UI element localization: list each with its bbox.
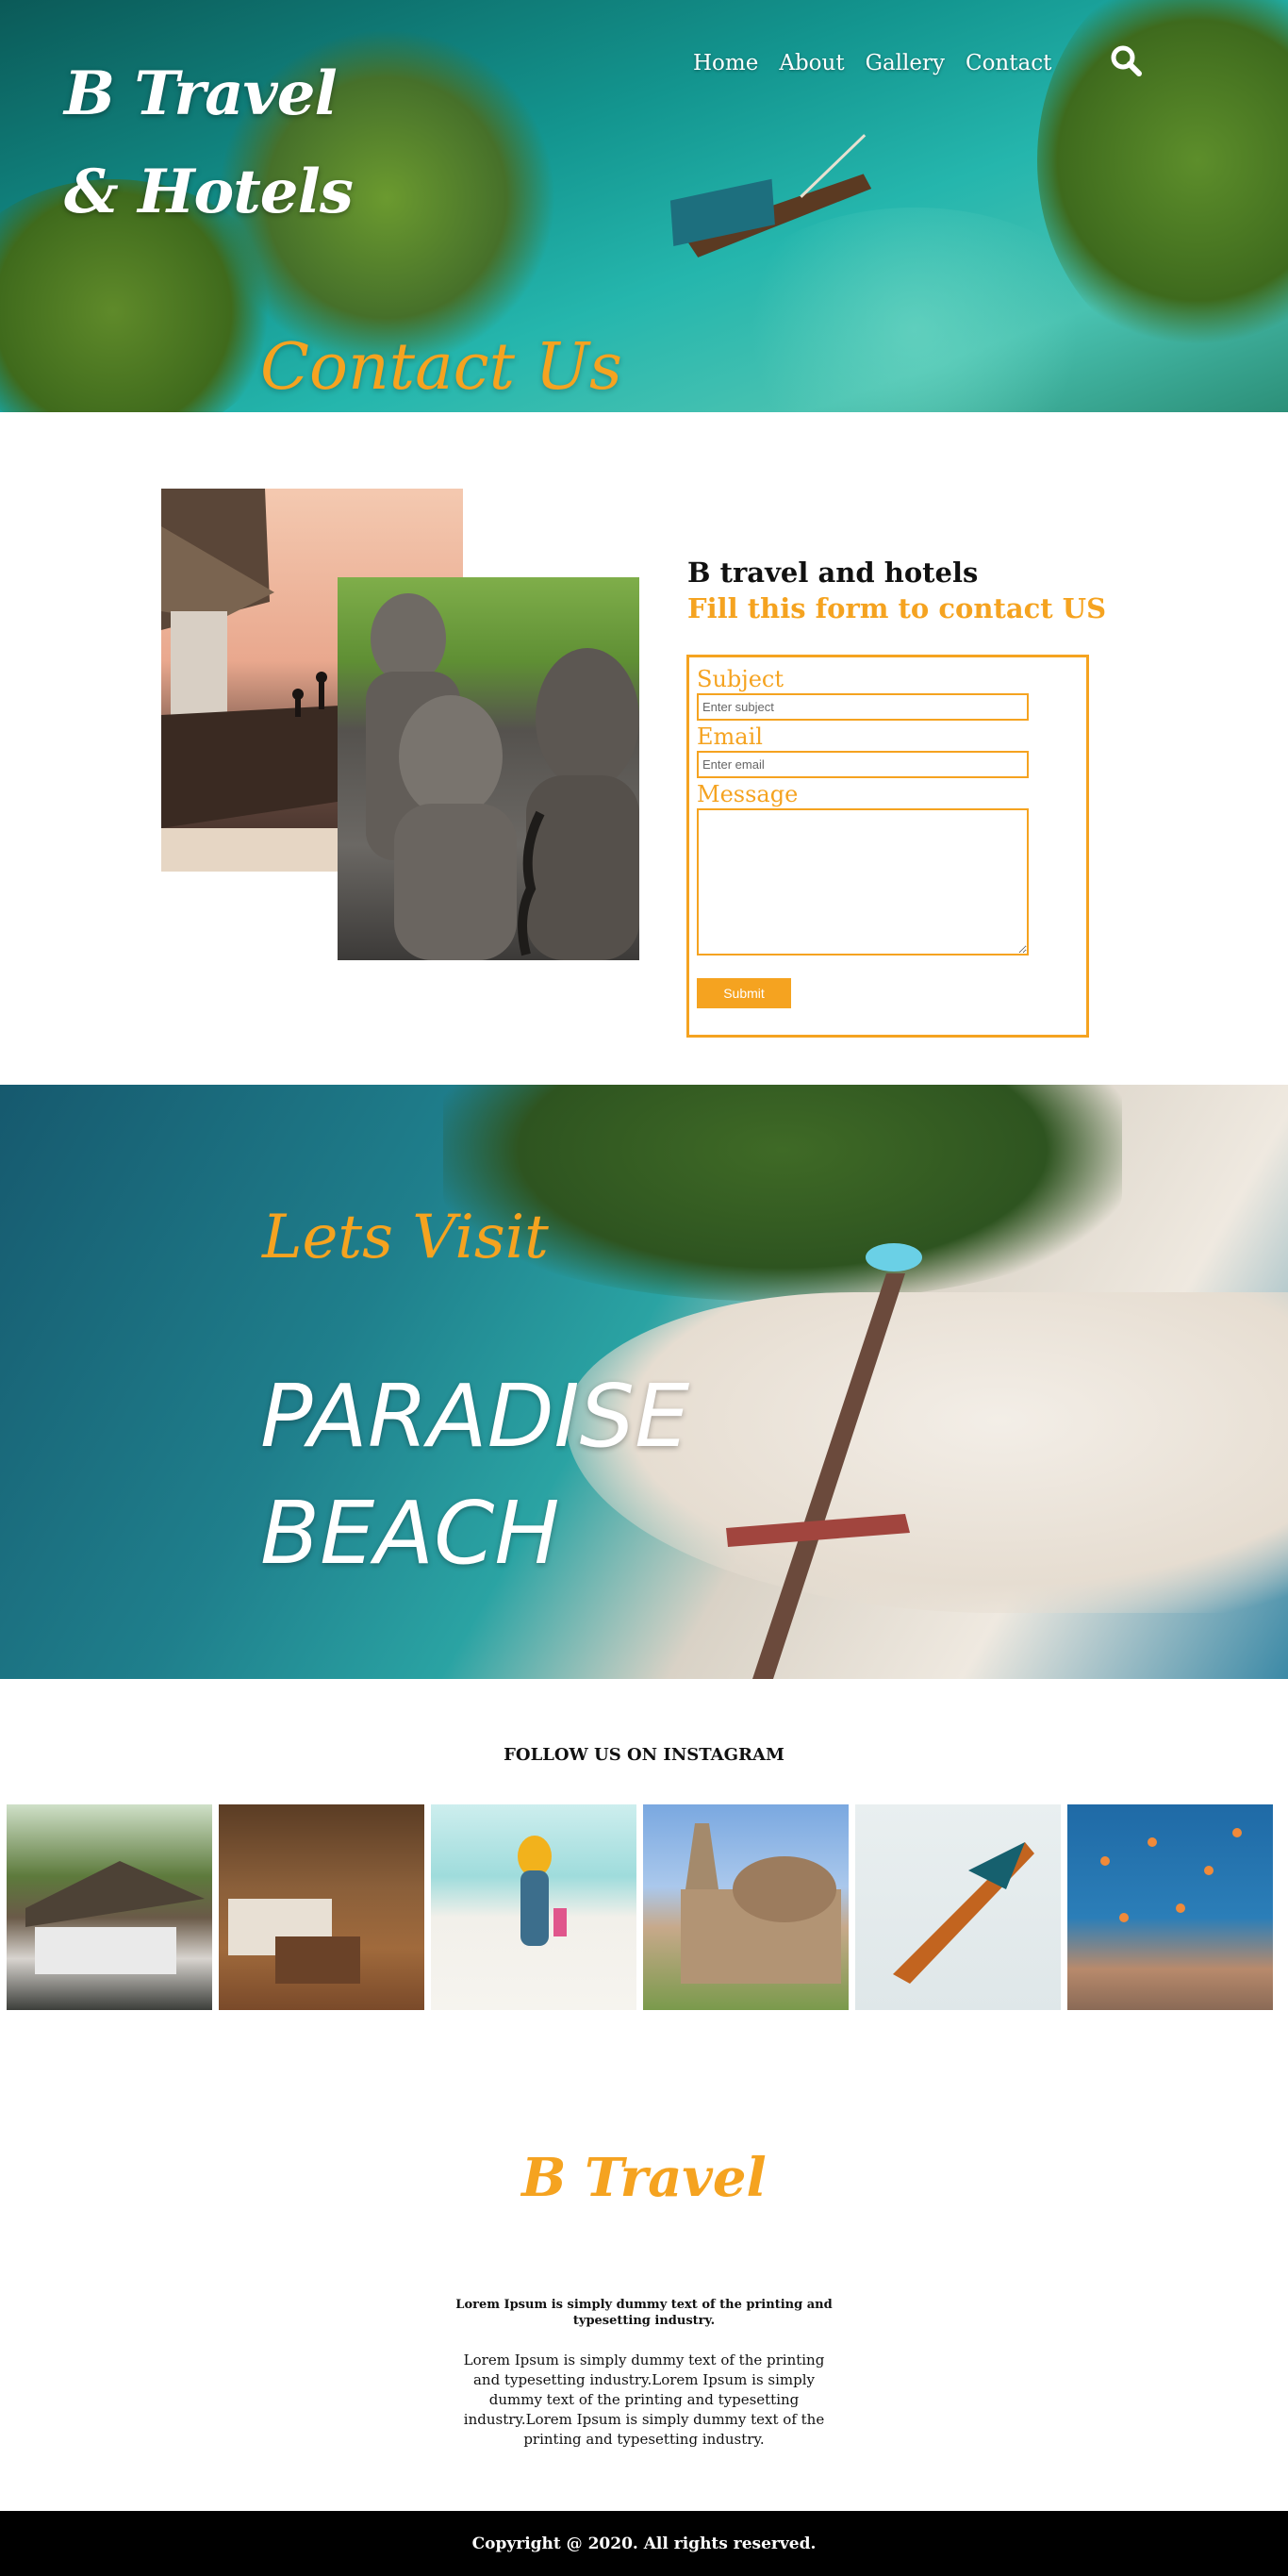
site-logo[interactable]: B Travel & Hotels [64, 45, 354, 241]
lets-visit-label: Lets Visit [262, 1203, 549, 1272]
instagram-photo-reef[interactable] [1067, 1804, 1273, 2010]
main-nav: Home About Gallery Contact [693, 51, 1051, 75]
search-icon[interactable] [1109, 43, 1143, 77]
submit-button[interactable]: Submit [697, 978, 791, 1008]
footer-brand: B Travel [521, 2147, 767, 2209]
instagram-photo-beach-walker[interactable] [431, 1804, 636, 2010]
nav-home[interactable]: Home [693, 51, 758, 75]
pier-image [726, 1273, 910, 1679]
footer-bold-text: Lorem Ipsum is simply dummy text of the … [455, 2298, 833, 2328]
email-label: Email [697, 723, 763, 750]
instagram-photo-bedroom[interactable] [219, 1804, 424, 2010]
slave-monument-photo [338, 577, 639, 960]
nav-contact[interactable]: Contact [966, 51, 1051, 75]
copyright-bar: Copyright @ 2020. All rights reserved. [0, 2511, 1288, 2576]
nav-about[interactable]: About [779, 51, 844, 75]
page-title: Contact Us [260, 330, 622, 405]
instagram-photo-cathedral[interactable] [643, 1804, 849, 2010]
instagram-gallery [7, 1804, 1273, 2010]
message-label: Message [697, 781, 799, 807]
nav-gallery[interactable]: Gallery [866, 51, 945, 75]
instagram-title: FOLLOW US ON INSTAGRAM [504, 1745, 784, 1765]
beach-name-line-2: BEACH [260, 1483, 560, 1584]
pool [866, 1243, 922, 1271]
contact-heading: B travel and hotels [687, 557, 979, 589]
footer-body-text: Lorem Ipsum is simply dummy text of the … [463, 2352, 825, 2448]
contact-form: Subject Email Message Submit [686, 655, 1089, 1038]
hero-banner: B Travel & Hotels Home About Gallery Con… [0, 0, 1288, 412]
message-textarea[interactable] [697, 808, 1029, 956]
contact-heading-block: B travel and hotels Fill this form to co… [687, 557, 1106, 624]
instagram-photo-boat[interactable] [855, 1804, 1061, 2010]
copyright-text: Copyright @ 2020. All rights reserved. [471, 2534, 817, 2553]
beach-name-heading: PARADISE BEACH [260, 1358, 751, 1592]
logo-line-1: B Travel [64, 58, 338, 129]
beach-name-line-1: PARADISE [260, 1366, 690, 1467]
subject-label: Subject [697, 666, 784, 692]
email-input[interactable] [697, 751, 1029, 778]
logo-line-2: & Hotels [64, 157, 354, 227]
contact-subheading: Fill this form to contact US [687, 592, 1107, 624]
subject-input[interactable] [697, 693, 1029, 721]
instagram-photo-resort[interactable] [7, 1804, 212, 2010]
